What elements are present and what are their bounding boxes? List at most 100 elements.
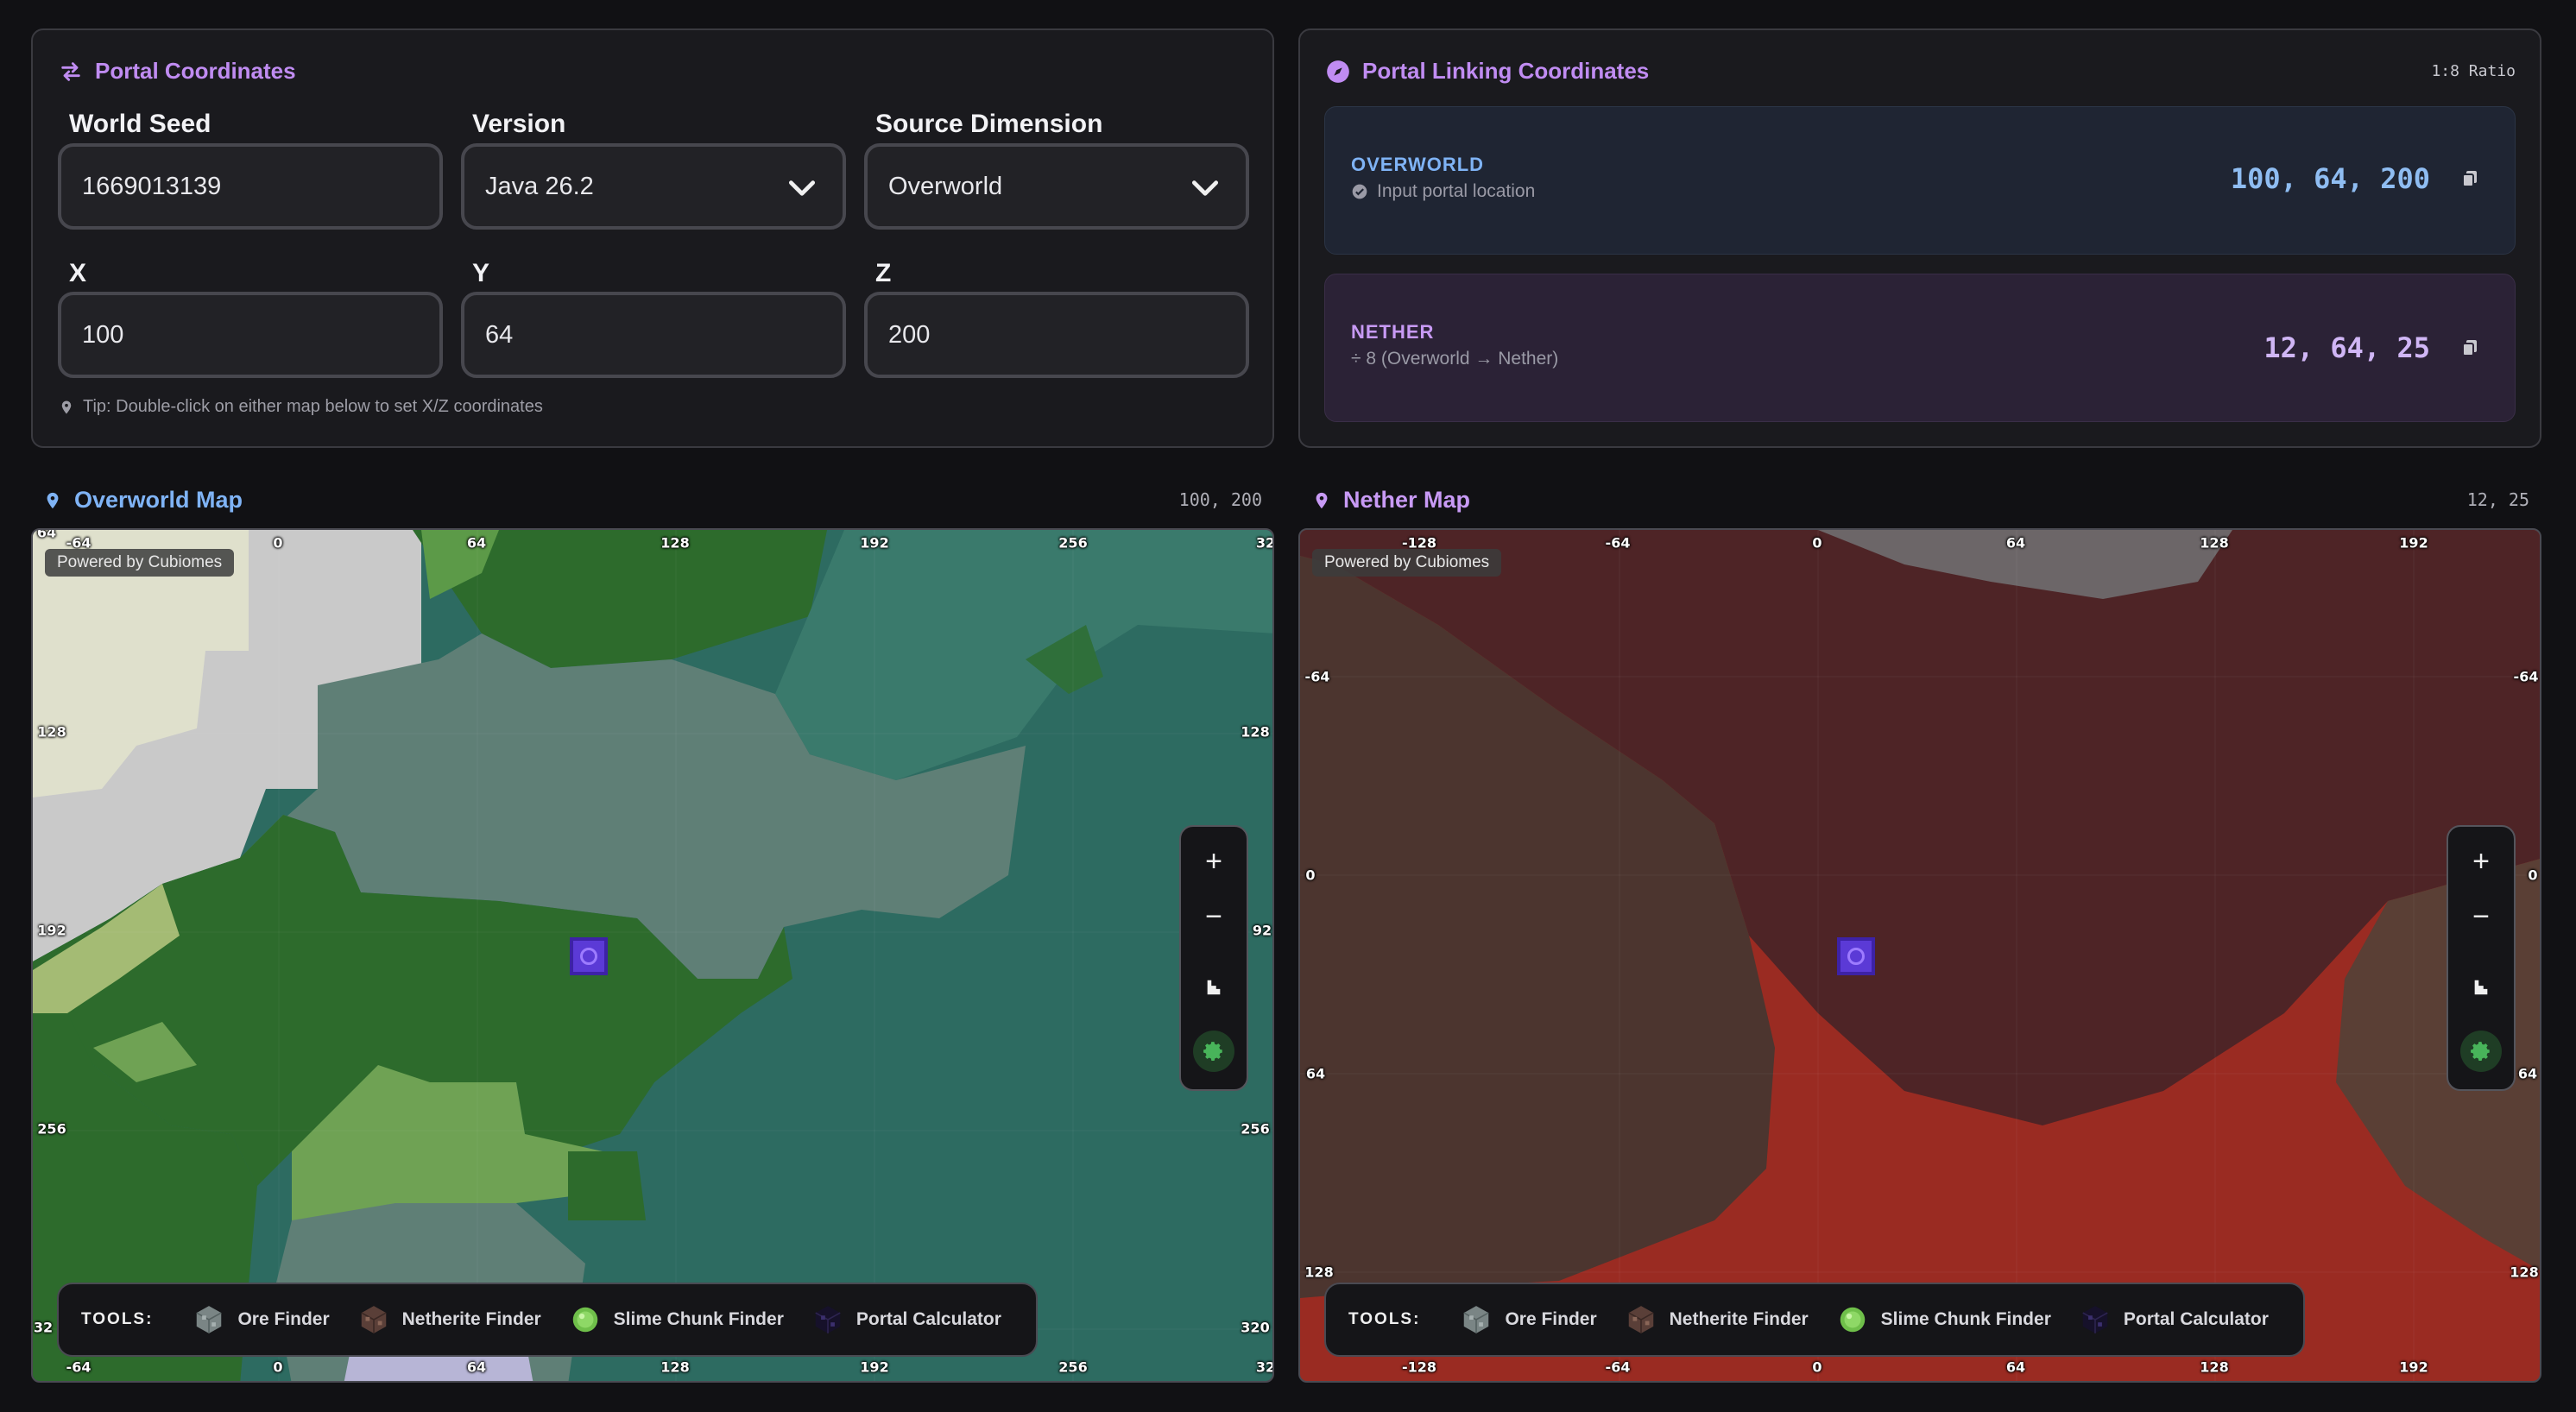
copy-icon[interactable] [2459,167,2480,190]
zoom-in-button[interactable]: + [2448,835,2514,887]
nether-zoom-controls: + − [2447,825,2516,1091]
portal-coordinates-panel: Portal Coordinates World Seed 1669013139… [31,28,1274,448]
map-tick-label: 256 [1058,534,1088,552]
nether-coordinate-card: NETHER ÷ 8 (Overworld → Nether) 12, 64, … [1324,274,2516,422]
reset-view-button[interactable] [1181,961,1247,1013]
overworld-zoom-controls: + − [1179,825,1248,1091]
tip-text: Tip: Double-click on either map below to… [83,397,543,416]
nether-map-coords: 12, 25 [2466,489,2529,510]
portal-calculator-label: Portal Calculator [856,1309,1001,1329]
portal-coordinates-title: Portal Coordinates [95,58,296,84]
map-tick-label: 128 [2510,1264,2539,1281]
reset-view-button[interactable] [2448,961,2514,1013]
map-tick-label: 32 [33,1319,54,1336]
portal-linking-panel: Portal Linking Coordinates 1:8 Ratio OVE… [1298,28,2541,448]
portal-calculator-label: Portal Calculator [2123,1309,2269,1329]
x-label: X [69,259,87,287]
map-tick-label: 128 [1304,1264,1334,1281]
slime-chunk-finder-label: Slime Chunk Finder [613,1309,784,1329]
nether-map[interactable]: -128 -64 0 64 128 192 -64 0 64 128 -64 0… [1298,528,2541,1383]
world-seed-value: 1669013139 [82,172,222,200]
portal-marker[interactable] [570,937,608,975]
portal-calculator-link[interactable]: Portal Calculator [2079,1303,2269,1336]
slime-ball-icon [572,1307,597,1333]
powered-by-badge: Powered by Cubiomes [45,549,235,577]
tools-label: TOOLS: [81,1310,154,1328]
map-tick-label: 32 [1255,534,1274,552]
netherite-finder-link[interactable]: Netherite Finder [1625,1303,1809,1336]
slime-chunk-finder-link[interactable]: Slime Chunk Finder [1836,1303,2051,1336]
ore-finder-label: Ore Finder [237,1309,330,1329]
overworld-map-title: Overworld Map [74,487,243,513]
version-label: Version [472,110,566,138]
chevron-down-icon [788,180,816,196]
map-tick-label: 64 [466,1358,487,1376]
map-tick-label: 192 [37,922,66,939]
overworld-subtitle: Input portal location [1351,181,1535,202]
netherite-block-icon [1628,1306,1654,1333]
copy-icon[interactable] [2459,337,2480,359]
zoom-out-button[interactable]: − [1181,891,1247,942]
gear-icon [1203,1042,1222,1061]
portal-marker[interactable] [1837,937,1875,975]
portal-calculator-link[interactable]: Portal Calculator [811,1303,1001,1336]
map-tick-label: 192 [2399,534,2428,552]
map-tick-label: 256 [37,1120,66,1138]
ratio-label: 1:8 Ratio [2431,62,2516,80]
slime-chunk-finder-label: Slime Chunk Finder [1880,1309,2051,1329]
slime-ball-icon [1840,1307,1865,1333]
map-tick-label: 128 [660,534,690,552]
ore-finder-link[interactable]: Ore Finder [1460,1303,1597,1336]
settings-button[interactable] [2460,1031,2502,1072]
overworld-coordinate-value: 100, 64, 200 [2230,162,2430,195]
y-input[interactable]: 64 [461,292,846,378]
source-dimension-label: Source Dimension [875,110,1103,138]
map-tick-label: 0 [1812,1358,1822,1376]
gear-icon [2471,1042,2490,1061]
map-tick-label: 64 [1305,1065,1326,1082]
ore-finder-link[interactable]: Ore Finder [193,1303,330,1336]
overworld-map-header: Overworld Map [43,487,243,514]
netherite-finder-link[interactable]: Netherite Finder [357,1303,541,1336]
map-tick-label: 92 [1252,922,1272,939]
version-select[interactable]: Java 26.2 [461,143,846,230]
overworld-subtitle-text: Input portal location [1377,181,1536,201]
nether-subtitle: ÷ 8 (Overworld → Nether) [1351,349,1559,369]
zoom-out-button[interactable]: − [2448,891,2514,942]
x-value: 100 [82,320,124,349]
netherite-block-icon [361,1306,387,1333]
y-label: Y [472,259,490,287]
world-seed-input[interactable]: 1669013139 [58,143,443,230]
version-value: Java 26.2 [485,172,594,200]
fit-view-icon [2474,980,2488,995]
z-value: 200 [888,320,931,349]
map-tip: Tip: Double-click on either map below to… [59,397,543,417]
nether-biome-layer [1300,530,2540,1381]
map-tick-label: -64 [1304,668,1330,685]
overworld-map[interactable]: 64 -64 0 64 128 192 256 32 128 192 256 3… [31,528,1274,1383]
map-tick-label: -64 [1605,534,1631,552]
slime-chunk-finder-link[interactable]: Slime Chunk Finder [569,1303,784,1336]
zoom-in-button[interactable]: + [1181,835,1247,887]
nether-map-title: Nether Map [1343,487,1471,513]
map-tick-label: 128 [37,723,66,741]
fit-view-icon [1207,980,1221,995]
map-tick-label: 128 [1241,723,1270,741]
map-tick-label: 256 [1241,1120,1270,1138]
source-dimension-value: Overworld [888,172,1003,200]
map-pin-icon [61,400,72,413]
check-circle-icon [1352,184,1367,199]
portal-coordinates-header: Portal Coordinates [59,58,296,85]
map-tick-label: 192 [860,1358,889,1376]
z-input[interactable]: 200 [864,292,1249,378]
map-tick-label: 64 [2005,534,2026,552]
map-tick-label: 0 [2528,867,2538,884]
source-dimension-select[interactable]: Overworld [864,143,1249,230]
x-input[interactable]: 100 [58,292,443,378]
map-tick-label: 64 [2005,1358,2026,1376]
overworld-map-coords: 100, 200 [1178,489,1262,510]
map-tick-label: -128 [1401,1358,1437,1376]
map-tick-label: 320 [1241,1319,1270,1336]
settings-button[interactable] [1193,1031,1234,1072]
map-tick-label: 64 [466,534,487,552]
